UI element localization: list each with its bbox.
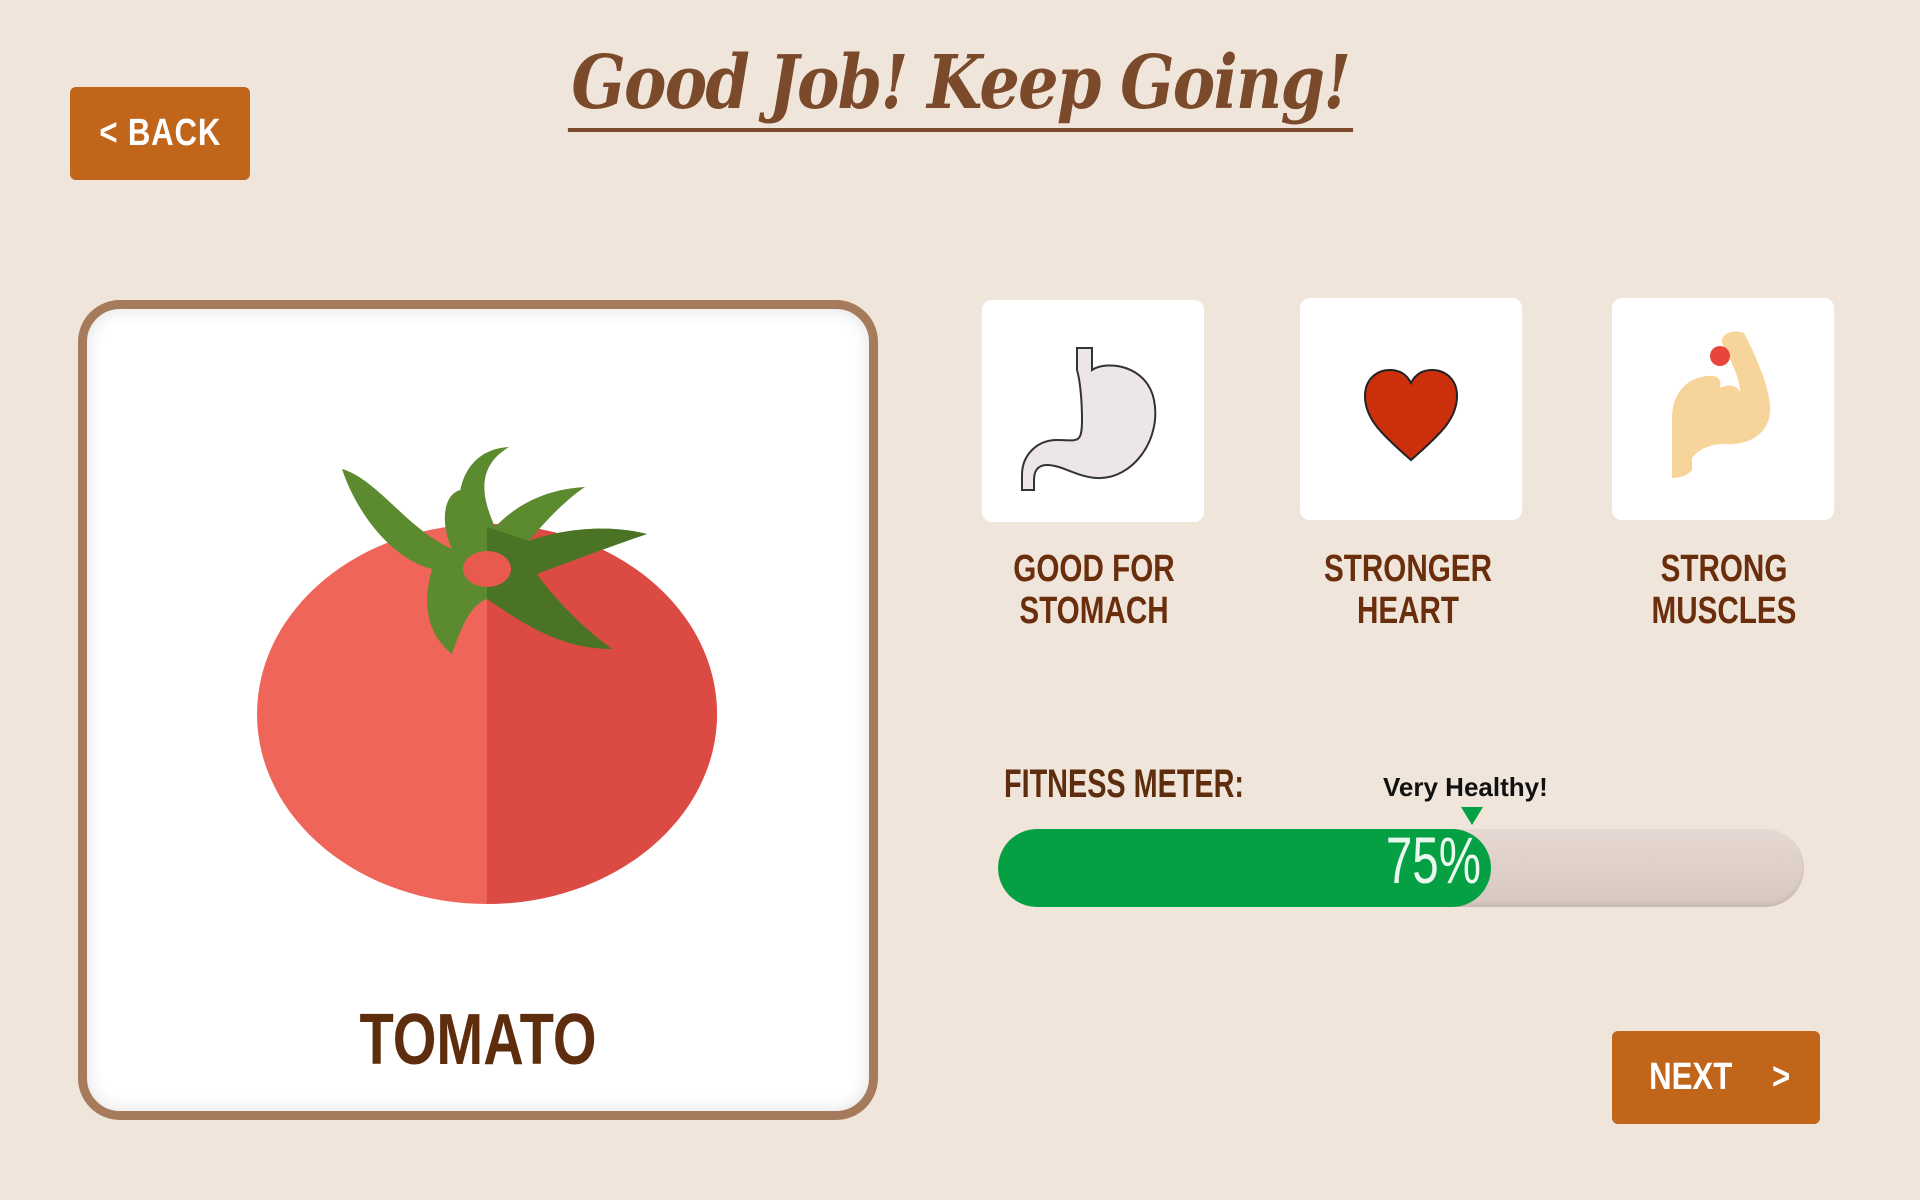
benefit-label-stomach: GOOD FOR STOMACH: [1013, 548, 1175, 632]
next-button-label: NEXT: [1649, 1056, 1733, 1098]
benefit-card-heart: [1300, 298, 1522, 520]
benefit-card-stomach: [982, 300, 1204, 522]
chevron-right-icon: >: [1771, 1056, 1791, 1098]
page-title-text: Good Job! Keep Going!: [567, 40, 1353, 132]
benefit-label-muscles: STRONG MUSCLES: [1651, 548, 1797, 632]
stomach-icon: [1021, 347, 1157, 491]
meter-marker-label: Very Healthy!: [1383, 772, 1548, 802]
screen: < BACK Good Job! Keep Going! TOMATO GOOD…: [0, 0, 1920, 1200]
page-title: Good Job! Keep Going!: [0, 40, 1920, 132]
fitness-meter-label: FITNESS METER:: [1004, 762, 1245, 806]
next-button[interactable]: NEXT >: [1612, 1031, 1820, 1124]
benefit-card-muscles: [1612, 298, 1834, 520]
muscle-arm-icon: [1672, 331, 1771, 478]
food-card: TOMATO: [78, 300, 878, 1120]
tomato-icon: [257, 447, 717, 904]
heart-icon: [1363, 368, 1459, 462]
benefit-label-heart: STRONGER HEART: [1324, 548, 1492, 632]
food-name: TOMATO: [359, 1000, 597, 1080]
fitness-meter-value: 75%: [1385, 823, 1481, 897]
